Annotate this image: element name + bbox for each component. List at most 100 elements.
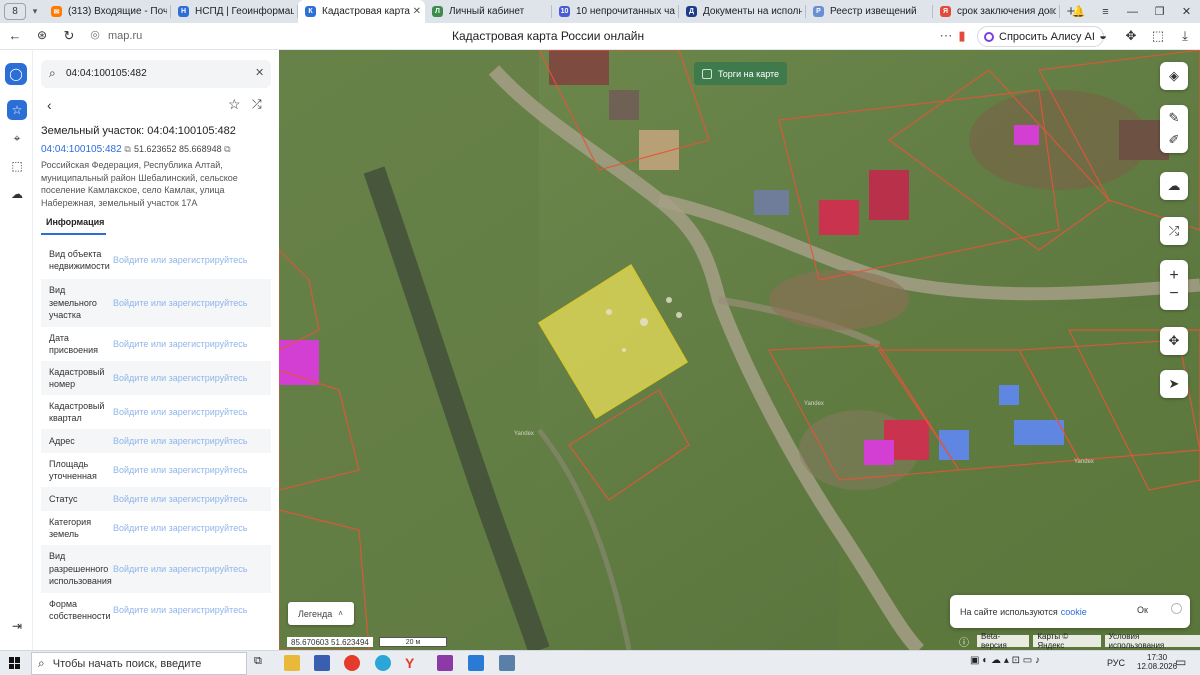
browser-tab[interactable]: Д Документы на исполнение (679, 0, 806, 23)
info-icon[interactable]: ⓘ (955, 635, 973, 649)
notifications-icon[interactable]: 🔔 (1065, 5, 1092, 18)
panel-back-icon[interactable]: ‹ (47, 97, 52, 113)
login-icon[interactable]: ⇥ (7, 616, 27, 636)
login-link[interactable]: Войдите или зарегистрируйтесь (113, 605, 247, 615)
map-share-icon[interactable]: ⤮ (1160, 217, 1188, 245)
browser-tab[interactable]: ✉ (313) Входящие - Почта Ма (44, 0, 171, 23)
cookie-link[interactable]: cookie (1061, 607, 1087, 617)
windows-start-icon[interactable] (9, 657, 21, 669)
login-link[interactable]: Войдите или зарегистрируйтесь (113, 407, 247, 417)
collections-icon[interactable]: ⬚ (1149, 28, 1167, 44)
login-link[interactable]: Войдите или зарегистрируйтесь (113, 373, 247, 383)
terms-link[interactable]: Условия использования (1104, 632, 1200, 650)
geolocation-icon[interactable]: ➤ (1160, 370, 1188, 398)
cookie-banner: На сайте используются cookie Ок (950, 595, 1190, 628)
browser-tab[interactable]: Р Реестр извещений (806, 0, 933, 23)
browser-tab[interactable]: 10 10 непрочитанных чатов (552, 0, 679, 23)
layers-tree-icon[interactable]: ⌖ (7, 128, 27, 148)
minimize-icon[interactable]: — (1119, 6, 1146, 18)
yandex-app-icon[interactable] (344, 655, 360, 671)
login-link[interactable]: Войдите или зарегистрируйтесь (113, 339, 247, 349)
app-logo-icon[interactable]: ◯ (5, 63, 27, 85)
clock[interactable]: 17:30 12.08.2026 (1137, 653, 1177, 671)
legend-button[interactable]: Легенда ˄ (288, 602, 354, 625)
glasses-icon[interactable]: ◒ (1094, 28, 1112, 43)
ask-alice-button[interactable]: Спросить Алису AI (977, 26, 1104, 47)
photos-app-icon[interactable] (314, 655, 330, 671)
coordinates[interactable]: 51.623652 85.668948 ⧉ (134, 144, 231, 155)
browser-tab[interactable]: Л Личный кабинет (425, 0, 552, 23)
clear-search-icon[interactable]: ✕ (255, 66, 264, 79)
cad-search-box[interactable]: ⌕ 04:04:100105:482 ✕ (41, 60, 271, 88)
login-link[interactable]: Войдите или зарегистрируйтесь (113, 255, 247, 265)
app-icon-3[interactable] (499, 655, 515, 671)
extensions-icon[interactable]: ✥ (1122, 28, 1140, 44)
app-icon-2[interactable] (468, 655, 484, 671)
login-link[interactable]: Войдите или зарегистрируйтесь (113, 465, 247, 475)
tab-information[interactable]: Информация (46, 217, 104, 227)
login-link[interactable]: Войдите или зарегистрируйтесь (113, 298, 247, 308)
tray-icons[interactable]: ▣ ◐ ☁ ▴ ⊡ ▭ ♪ (970, 655, 1040, 666)
url-field[interactable]: map.ru (108, 30, 142, 42)
notification-center-icon[interactable]: ▭ (1175, 655, 1186, 669)
copy-icon[interactable]: ⧉ (124, 144, 130, 154)
tab-count-badge[interactable]: 8 (4, 3, 26, 20)
cookie-ok-button[interactable]: Ок (1137, 605, 1148, 615)
checkbox-icon[interactable] (702, 68, 712, 79)
move-icon[interactable]: ✥ (1160, 327, 1188, 355)
copyright-label[interactable]: Карты © Яндекс (1033, 632, 1101, 650)
bookmark-icon[interactable]: ▮ (953, 28, 971, 44)
tab-favicon-icon: Р (813, 6, 824, 17)
close-window-icon[interactable]: ✕ (1173, 5, 1200, 18)
login-link[interactable]: Войдите или зарегистрируйтесь (113, 494, 247, 504)
zoom-out-icon[interactable]: − (1169, 285, 1178, 303)
task-view-icon[interactable]: ⧉ (254, 655, 270, 671)
tab-favicon-icon: Л (432, 6, 443, 17)
browser-tab[interactable]: Н НСПД | Геоинформацио (171, 0, 298, 23)
download-icon[interactable]: ⤓ (1176, 28, 1194, 44)
language-indicator[interactable]: РУС (1107, 658, 1125, 668)
cloud-icon[interactable]: ☁ (7, 184, 27, 204)
search-input[interactable]: 04:04:100105:482 (66, 68, 147, 79)
profile-icon[interactable]: ● (1038, 6, 1065, 18)
login-link[interactable]: Войдите или зарегистрируйтесь (113, 436, 247, 446)
edge-icon[interactable] (375, 655, 391, 671)
protect-icon[interactable]: ⊛ (33, 28, 51, 42)
map-attribution: ⓘ Beta-версия Карты © Яндекс Условия исп… (955, 632, 1200, 650)
select-area-icon[interactable]: ⬚ (7, 156, 27, 176)
close-tab-icon[interactable]: ✕ (413, 6, 421, 17)
favorites-star-icon[interactable]: ☆ (7, 100, 27, 120)
layers-icon[interactable]: ◈ (1160, 62, 1188, 90)
satellite-map[interactable]: Yandex Yandex Yandex Торги на карте ◈ ✎ ✐… (279, 50, 1200, 650)
taskbar-search[interactable]: ⌕ Чтобы начать поиск, введите (31, 652, 247, 675)
file-explorer-icon[interactable] (284, 655, 300, 671)
app-icon-1[interactable] (437, 655, 453, 671)
zoom-in-icon[interactable]: + (1169, 267, 1178, 285)
beta-label[interactable]: Beta-версия (977, 632, 1030, 650)
tab-underline (41, 233, 106, 235)
menu-icon[interactable]: ≡ (1092, 6, 1119, 18)
reload-icon[interactable]: ↻ (60, 28, 78, 44)
tile-label: Yandex (514, 431, 534, 437)
auctions-toggle[interactable]: Торги на карте (694, 62, 788, 85)
browser-tab[interactable]: К Кадастровая карта Рос✕ (298, 0, 425, 23)
pencil-icon[interactable]: ✎ (1169, 110, 1180, 126)
back-arrow-icon[interactable]: ← (6, 28, 24, 43)
site-info-icon[interactable]: ◎ (86, 28, 104, 41)
cursor-coordinates: 85.670603 51.623494 (287, 637, 373, 647)
login-link[interactable]: Войдите или зарегистрируйтесь (113, 523, 247, 533)
login-link[interactable]: Войдите или зарегистрируйтесь (113, 564, 247, 574)
alice-icon (984, 31, 994, 42)
copy-coords-icon[interactable]: ⧉ (224, 144, 230, 154)
tab-favicon-icon: Д (686, 6, 697, 17)
cookie-close-icon[interactable] (1171, 603, 1182, 614)
attribute-label: Площадь уточненная (49, 458, 97, 482)
tab-list-chevron-icon[interactable]: ▾ (26, 6, 44, 17)
yandex-browser-icon[interactable]: Y (405, 655, 421, 671)
favorite-star-icon[interactable]: ☆ (228, 96, 241, 113)
cad-number-link[interactable]: 04:04:100105:482 ⧉ (41, 144, 131, 155)
restore-icon[interactable]: ❐ (1146, 5, 1173, 18)
edit-icon[interactable]: ✐ (1169, 132, 1180, 148)
upload-cloud-icon[interactable]: ☁ (1160, 172, 1188, 200)
share-icon[interactable]: ⤮ (252, 97, 262, 112)
